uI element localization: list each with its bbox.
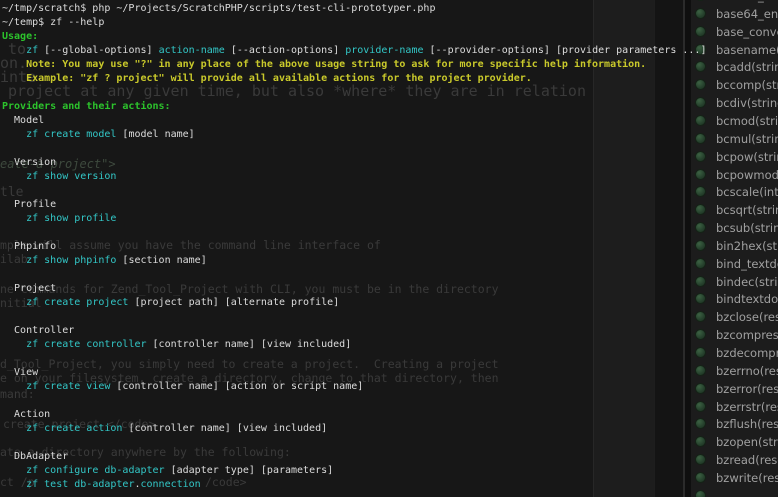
terminal-line (2, 142, 706, 156)
function-name-label: bzopen(string (716, 434, 778, 450)
terminal-line: zf create project [project path] [altern… (2, 296, 706, 310)
terminal-line: Profile (2, 198, 706, 212)
function-name-label: bcpow(string (716, 149, 778, 165)
terminal-line (2, 394, 706, 408)
function-name-label: bzwrite(resou (716, 470, 778, 486)
terminal-line: zf create action [controller name] [view… (2, 422, 706, 436)
function-name-label: basename(stri (716, 42, 778, 58)
terminal-line (2, 310, 706, 324)
terminal-line: Controller (2, 324, 706, 338)
function-name-label: bzerrno(resou (716, 363, 778, 379)
function-name-label: bcsub(string $ (716, 220, 778, 236)
function-name-label: bcmod(string (716, 113, 778, 129)
screen: toon.inteproject at any given time, but … (0, 0, 778, 497)
terminal-line: ~/tmp/scratch$ php ~/Projects/ScratchPHP… (2, 2, 706, 16)
function-name-label: bcdiv(string $ (716, 95, 778, 111)
terminal-line: Action (2, 408, 706, 422)
terminal-line: zf create controller [controller name] [… (2, 338, 706, 352)
function-name-label: bzflush(resou (716, 416, 778, 432)
function-name-label: bzdecompres (716, 345, 778, 361)
terminal-line: zf [--global-options] action-name [--act… (2, 44, 706, 58)
function-name-label: bcmul(string $ (716, 131, 778, 147)
function-name-label: bzerrstr(resou (716, 399, 778, 415)
function-circle-icon (695, 0, 706, 1)
function-name-label: bcsqrt(string (716, 202, 778, 218)
terminal-line: Example: "zf ? project" will provide all… (2, 72, 706, 86)
function-name-label: base_convert( (716, 24, 778, 40)
terminal-line (2, 226, 706, 240)
terminal-line: Phpinfo (2, 240, 706, 254)
terminal-line: zf test db-adapter.connection (2, 478, 706, 492)
terminal-output[interactable]: ~/tmp/scratch$ php ~/Projects/ScratchPHP… (2, 2, 706, 492)
function-name-label: bindtextdoma (716, 291, 778, 307)
terminal-line (2, 352, 706, 366)
terminal-line: zf show phpinfo [section name] (2, 254, 706, 268)
terminal-line: Usage: (2, 30, 706, 44)
function-name-label: bind_textdom (716, 256, 778, 272)
function-name-label: base64_encod (716, 6, 778, 22)
terminal-line (2, 268, 706, 282)
function-name-label: bzclose(resou (716, 309, 778, 325)
terminal-line: Model (2, 114, 706, 128)
terminal-line: zf create view [controller name] [action… (2, 380, 706, 394)
terminal-line: zf create model [model name] (2, 128, 706, 142)
terminal-line: zf show version (2, 170, 706, 184)
terminal-line (2, 86, 706, 100)
terminal-line: zf configure db-adapter [adapter type] [… (2, 464, 706, 478)
function-name-label: bcadd(string $ (716, 59, 778, 75)
terminal-line: ~/temp$ zf --help (2, 16, 706, 30)
function-name-label: bindec(string (716, 274, 778, 290)
function-name-label: bzcompress(s (716, 327, 778, 343)
terminal-line: View (2, 366, 706, 380)
function-name-label: base64_deco (716, 0, 778, 4)
function-name-label: bzread(resou (716, 452, 778, 468)
terminal-line (2, 184, 706, 198)
function-name-label: bccomp(string (716, 77, 778, 93)
terminal-line: Providers and their actions: (2, 100, 706, 114)
function-name-label: bcscale(int $s (716, 184, 778, 200)
terminal-line: Project (2, 282, 706, 296)
terminal-line (2, 436, 706, 450)
terminal-line: DbAdapter (2, 450, 706, 464)
function-name-label: bin2hex(string (716, 238, 778, 254)
function-name-label: bcpowmod(str (716, 167, 778, 183)
function-name-label: bzerror(resou (716, 381, 778, 397)
terminal-line: zf show profile (2, 212, 706, 226)
terminal-line: Note: You may use "?" in any place of th… (2, 58, 706, 72)
terminal-line: Version (2, 156, 706, 170)
